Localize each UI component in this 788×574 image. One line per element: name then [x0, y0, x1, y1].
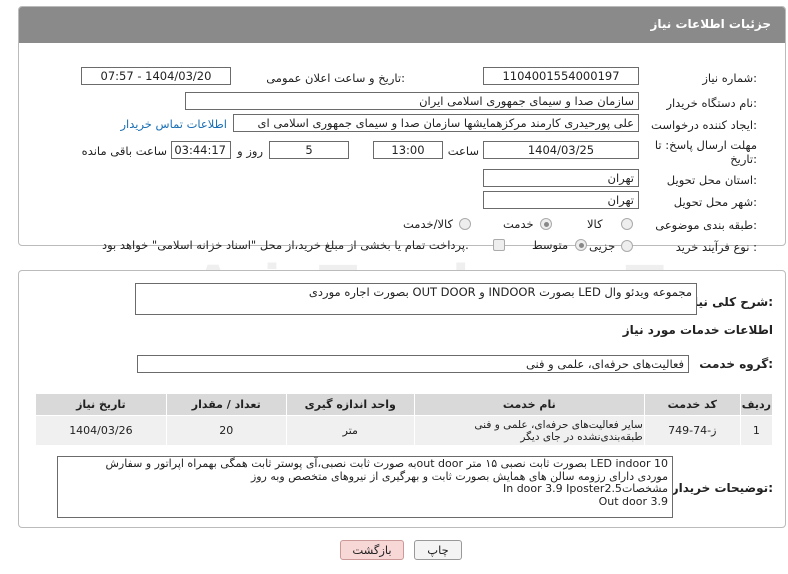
treasury-checkbox[interactable] [493, 239, 505, 251]
col-unit: واحد اندازه گیری [285, 393, 415, 416]
summary-label: شرح کلی نیاز: [687, 295, 773, 309]
treasury-note: پرداخت تمام یا بخشی از مبلغ خرید،از محل … [102, 238, 469, 252]
deadline-time-field: 13:00 [373, 141, 443, 159]
col-date: تاریخ نیاز [35, 393, 167, 416]
cell-name: سایر فعالیت‌های حرفه‌ای، علمی و فنی طبقه… [413, 415, 645, 446]
announce-field: 1404/03/20 - 07:57 [81, 67, 231, 85]
remaining-label: ساعت باقی مانده [81, 144, 167, 158]
announce-label: تاریخ و ساعت اعلان عمومی: [266, 71, 405, 85]
category-radio-goods[interactable] [621, 218, 633, 230]
province-label: استان محل تحویل: [666, 173, 757, 187]
service-group-field: فعالیت‌های حرفه‌ای، علمی و فنی [137, 355, 689, 373]
purchase-radio-minor[interactable] [621, 240, 633, 252]
service-group-label: گروه خدمت: [699, 357, 773, 371]
need-details-panel: جزئیات اطلاعات نیاز شماره نیاز: 11040015… [18, 6, 786, 254]
city-field: تهران [483, 191, 639, 209]
buyer-notes-line: مشخصاتIn door 3.9 Iposter2.5 [502, 482, 668, 495]
services-panel: شرح کلی نیاز: مجموعه ویدئو وال LED بصورت… [18, 270, 786, 528]
cell-date: 1404/03/26 [35, 415, 167, 446]
category-option-service: خدمت [503, 217, 534, 231]
need-number-field: 1104001554000197 [483, 67, 639, 85]
buyer-notes-line: Out door 3.9 [598, 494, 668, 508]
table-row: 1 ز-74-749 سایر فعالیت‌های حرفه‌ای، علمی… [35, 415, 774, 446]
category-label: طبقه بندی موضوعی: [655, 218, 757, 232]
buyer-notes-line: LED indoor 10 بصورت ثابت نصبی ۱۵ متر out… [105, 457, 668, 470]
category-option-goods-service: کالا/خدمت [403, 217, 454, 231]
buyer-field: سازمان صدا و سیمای جمهوری اسلامی ایران [185, 92, 639, 110]
buyer-contact-link[interactable]: اطلاعات تماس خریدار [120, 117, 227, 131]
purchase-option-minor: جزیی [589, 239, 616, 253]
back-button[interactable]: بازگشت [340, 540, 404, 560]
purchase-option-medium: متوسط [532, 238, 569, 252]
province-field: تهران [483, 169, 639, 187]
services-table: ردیف کد خدمت نام خدمت واحد اندازه گیری ت… [35, 393, 774, 446]
print-button[interactable]: چاپ [414, 540, 462, 560]
city-label: شهر محل تحویل: [673, 195, 757, 209]
services-info-title: اطلاعات خدمات مورد نیاز [622, 323, 773, 337]
col-qty: تعداد / مقدار [165, 393, 287, 416]
purchase-radio-medium[interactable] [575, 239, 587, 251]
col-row: ردیف [739, 393, 774, 416]
need-number-label: شماره نیاز: [702, 71, 757, 85]
deadline-time-label: ساعت [447, 144, 479, 158]
cell-unit: متر [285, 415, 415, 446]
summary-field: مجموعه ویدئو وال LED بصورت INDOOR و OUT … [135, 283, 697, 315]
creator-field: علی پورحیدری کارمند مرکزهمایشها سازمان ص… [233, 114, 639, 132]
buyer-label: نام دستگاه خریدار: [666, 96, 757, 110]
cell-qty: 20 [165, 415, 287, 446]
col-code: کد خدمت [643, 393, 741, 416]
days-field: 5 [269, 141, 349, 159]
col-name: نام خدمت [413, 393, 645, 416]
page-title: جزئیات اطلاعات نیاز [650, 17, 771, 31]
cell-row: 1 [739, 415, 774, 446]
cell-code: ز-74-749 [643, 415, 741, 446]
deadline-label: مهلت ارسال پاسخ: تا [654, 138, 757, 152]
header-bar: جزئیات اطلاعات نیاز [19, 7, 785, 43]
days-label: روز و [237, 144, 263, 158]
buyer-notes-field: LED indoor 10 بصورت ثابت نصبی ۱۵ متر out… [57, 456, 673, 518]
purchase-type-label: نوع فرآیند خرید : [675, 240, 757, 254]
buyer-notes-label: توضیحات خریدار: [671, 481, 773, 495]
category-radio-service[interactable] [540, 218, 552, 230]
deadline-date-field: 1404/03/25 [483, 141, 639, 159]
category-option-goods: کالا [587, 217, 603, 231]
deadline-label-date: تاریخ: [730, 152, 757, 166]
creator-label: ایجاد کننده درخواست: [651, 118, 757, 132]
remaining-field: 03:44:17 [171, 141, 231, 159]
category-radio-goods-service[interactable] [459, 218, 471, 230]
